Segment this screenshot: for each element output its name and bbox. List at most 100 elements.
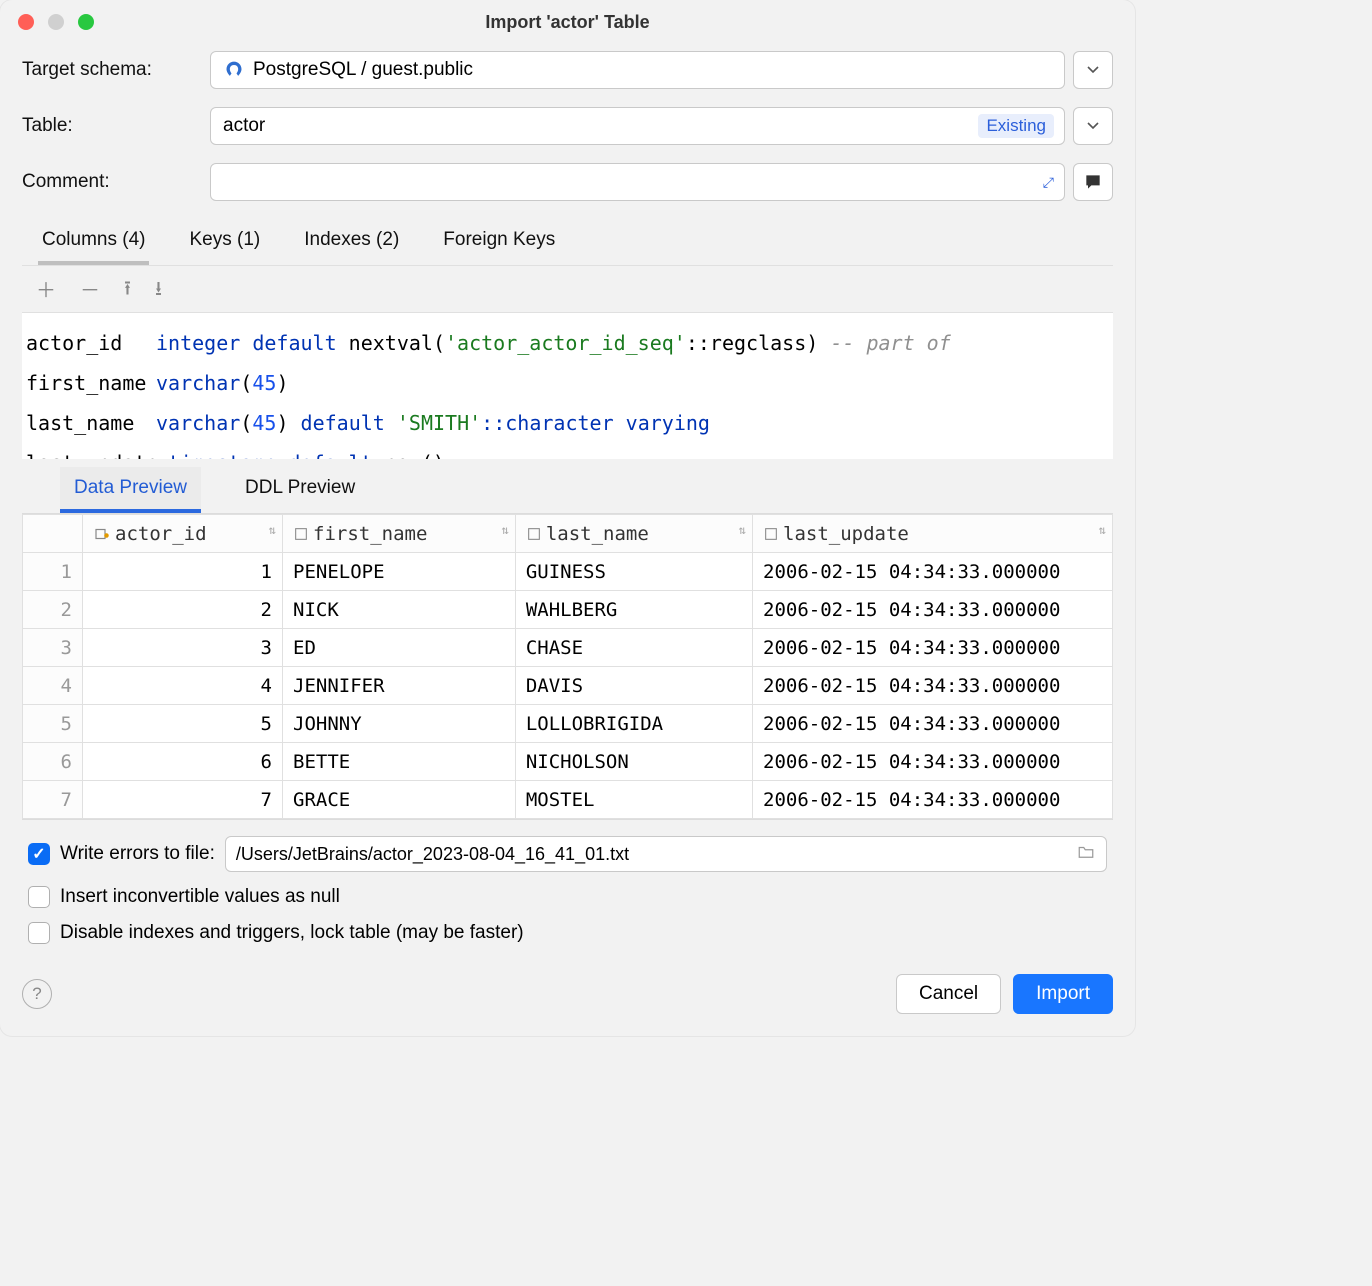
tab-indexes[interactable]: Indexes (2)	[300, 223, 403, 265]
sort-icon[interactable]: ⇅	[269, 523, 276, 537]
cell-last-name[interactable]: NICHOLSON	[515, 743, 752, 781]
col-header-actor-id[interactable]: actor_id⇅	[83, 515, 283, 553]
data-preview-grid[interactable]: actor_id⇅ first_name⇅ last_name⇅ last_up…	[22, 514, 1113, 820]
cell-actor-id[interactable]: 7	[83, 781, 283, 819]
cell-last-name[interactable]: GUINESS	[515, 553, 752, 591]
window-controls	[18, 14, 94, 30]
rownum-header[interactable]	[23, 515, 83, 553]
postgresql-icon	[223, 59, 245, 81]
structure-tabs: Columns (4) Keys (1) Indexes (2) Foreign…	[0, 223, 1135, 265]
cell-actor-id[interactable]: 6	[83, 743, 283, 781]
column-def-row[interactable]: actor_idinteger default nextval('actor_a…	[26, 323, 1109, 363]
cell-actor-id[interactable]: 3	[83, 629, 283, 667]
tab-keys[interactable]: Keys (1)	[185, 223, 264, 265]
preview-tabs: Data Preview DDL Preview	[22, 467, 1113, 514]
target-schema-label: Target schema:	[22, 59, 200, 81]
cell-first-name[interactable]: NICK	[283, 591, 516, 629]
cell-first-name[interactable]: ED	[283, 629, 516, 667]
column-def-row[interactable]: last_namevarchar(45) default 'SMITH'::ch…	[26, 403, 1109, 443]
tab-foreign-keys[interactable]: Foreign Keys	[439, 223, 559, 265]
write-errors-path-input[interactable]: /Users/JetBrains/actor_2023-08-04_16_41_…	[225, 836, 1107, 872]
table-row[interactable]: 55JOHNNYLOLLOBRIGIDA2006-02-15 04:34:33.…	[23, 705, 1113, 743]
cell-last-update[interactable]: 2006-02-15 04:34:33.000000	[753, 591, 1113, 629]
column-icon	[526, 526, 542, 542]
cancel-button[interactable]: Cancel	[896, 974, 1001, 1014]
help-button[interactable]: ?	[22, 979, 52, 1009]
cell-actor-id[interactable]: 5	[83, 705, 283, 743]
table-row[interactable]: 77GRACEMOSTEL2006-02-15 04:34:33.000000	[23, 781, 1113, 819]
comment-input[interactable]: ⤢	[210, 163, 1065, 201]
insert-null-label: Insert inconvertible values as null	[60, 886, 340, 908]
cell-last-update[interactable]: 2006-02-15 04:34:33.000000	[753, 667, 1113, 705]
cell-last-name[interactable]: WAHLBERG	[515, 591, 752, 629]
cell-first-name[interactable]: PENELOPE	[283, 553, 516, 591]
target-schema-select[interactable]: PostgreSQL / guest.public	[210, 51, 1065, 89]
cell-last-name[interactable]: CHASE	[515, 629, 752, 667]
sort-icon[interactable]: ⇅	[1099, 523, 1106, 537]
move-up-icon[interactable]: ⭱	[124, 274, 131, 308]
target-schema-dropdown-button[interactable]	[1073, 51, 1113, 89]
table-dropdown-button[interactable]	[1073, 107, 1113, 145]
cell-first-name[interactable]: BETTE	[283, 743, 516, 781]
footer: ? Cancel Import	[0, 964, 1135, 1036]
cell-last-update[interactable]: 2006-02-15 04:34:33.000000	[753, 553, 1113, 591]
column-def-row[interactable]: last_updatetimestamp default now()	[26, 443, 1109, 459]
table-input[interactable]: actor Existing	[210, 107, 1065, 145]
col-header-last-name[interactable]: last_name⇅	[515, 515, 752, 553]
sort-icon[interactable]: ⇅	[739, 523, 746, 537]
cell-first-name[interactable]: GRACE	[283, 781, 516, 819]
zoom-icon[interactable]	[78, 14, 94, 30]
sort-icon[interactable]: ⇅	[502, 523, 509, 537]
expand-icon[interactable]: ⤢	[1043, 174, 1054, 191]
minimize-icon[interactable]	[48, 14, 64, 30]
remove-icon[interactable]: －	[80, 274, 100, 308]
table-value: actor	[223, 115, 265, 137]
row-number: 6	[23, 743, 83, 781]
tab-columns[interactable]: Columns (4)	[38, 223, 149, 265]
table-row[interactable]: 33EDCHASE2006-02-15 04:34:33.000000	[23, 629, 1113, 667]
column-def-row[interactable]: first_namevarchar(45)	[26, 363, 1109, 403]
window-title: Import 'actor' Table	[18, 12, 1117, 33]
row-number: 3	[23, 629, 83, 667]
row-number: 1	[23, 553, 83, 591]
cell-actor-id[interactable]: 4	[83, 667, 283, 705]
cell-last-name[interactable]: DAVIS	[515, 667, 752, 705]
chevron-down-icon	[1087, 120, 1099, 132]
cell-first-name[interactable]: JENNIFER	[283, 667, 516, 705]
table-row[interactable]: 44JENNIFERDAVIS2006-02-15 04:34:33.00000…	[23, 667, 1113, 705]
write-errors-checkbox[interactable]	[28, 843, 50, 865]
cell-actor-id[interactable]: 1	[83, 553, 283, 591]
cell-first-name[interactable]: JOHNNY	[283, 705, 516, 743]
row-number: 2	[23, 591, 83, 629]
cell-last-update[interactable]: 2006-02-15 04:34:33.000000	[753, 629, 1113, 667]
cell-last-name[interactable]: LOLLOBRIGIDA	[515, 705, 752, 743]
tab-ddl-preview[interactable]: DDL Preview	[231, 467, 369, 513]
write-errors-label: Write errors to file:	[60, 843, 215, 865]
cell-last-update[interactable]: 2006-02-15 04:34:33.000000	[753, 781, 1113, 819]
table-label: Table:	[22, 115, 200, 137]
columns-definition[interactable]: actor_idinteger default nextval('actor_a…	[22, 313, 1113, 459]
cell-actor-id[interactable]: 2	[83, 591, 283, 629]
titlebar: Import 'actor' Table	[0, 0, 1135, 41]
table-row[interactable]: 66BETTENICHOLSON2006-02-15 04:34:33.0000…	[23, 743, 1113, 781]
tab-data-preview[interactable]: Data Preview	[60, 467, 201, 513]
target-schema-value: PostgreSQL / guest.public	[253, 59, 473, 81]
options-area: Write errors to file: /Users/JetBrains/a…	[0, 820, 1135, 964]
cell-last-name[interactable]: MOSTEL	[515, 781, 752, 819]
table-row[interactable]: 11PENELOPEGUINESS2006-02-15 04:34:33.000…	[23, 553, 1113, 591]
close-icon[interactable]	[18, 14, 34, 30]
import-button[interactable]: Import	[1013, 974, 1113, 1014]
move-down-icon[interactable]: ⭳	[155, 274, 162, 308]
insert-null-checkbox[interactable]	[28, 886, 50, 908]
table-row[interactable]: 22NICKWAHLBERG2006-02-15 04:34:33.000000	[23, 591, 1113, 629]
cell-last-update[interactable]: 2006-02-15 04:34:33.000000	[753, 705, 1113, 743]
comment-label: Comment:	[22, 171, 200, 193]
col-header-last-update[interactable]: last_update⇅	[753, 515, 1113, 553]
comment-balloon-button[interactable]	[1073, 163, 1113, 201]
add-icon[interactable]: ＋	[36, 274, 56, 308]
cell-last-update[interactable]: 2006-02-15 04:34:33.000000	[753, 743, 1113, 781]
col-header-first-name[interactable]: first_name⇅	[283, 515, 516, 553]
disable-indexes-checkbox[interactable]	[28, 922, 50, 944]
folder-icon[interactable]	[1076, 843, 1096, 866]
speech-bubble-icon	[1083, 172, 1103, 192]
